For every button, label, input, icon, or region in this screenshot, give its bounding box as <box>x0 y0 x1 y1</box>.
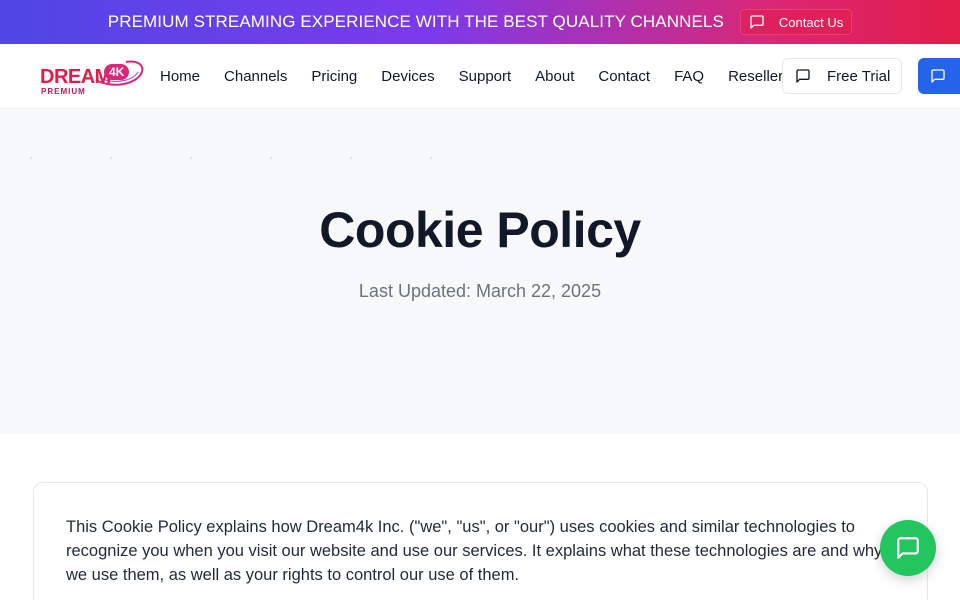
nav-link-devices[interactable]: Devices <box>381 68 434 85</box>
promo-bar: PREMIUM STREAMING EXPERIENCE WITH THE BE… <box>0 0 960 44</box>
policy-content-card: This Cookie Policy explains how Dream4k … <box>33 482 928 600</box>
brand-logo[interactable]: DREAM 4K PREMIUM <box>40 58 144 96</box>
message-square-icon <box>931 69 945 83</box>
nav-link-home[interactable]: Home <box>160 68 200 85</box>
contact-us-label: Contact Us <box>778 14 844 30</box>
nav-link-channels[interactable]: Channels <box>224 68 287 85</box>
nav-link-faq[interactable]: FAQ <box>674 68 704 85</box>
promo-text: PREMIUM STREAMING EXPERIENCE WITH THE BE… <box>107 12 724 31</box>
chat-cta-button[interactable] <box>918 58 960 94</box>
policy-intro-paragraph: This Cookie Policy explains how Dream4k … <box>66 518 883 584</box>
message-square-icon <box>750 15 764 29</box>
message-square-icon <box>796 69 810 83</box>
page-title: Cookie Policy <box>319 202 641 258</box>
nav-link-pricing[interactable]: Pricing <box>311 68 357 85</box>
brand-word: DREAM <box>40 66 111 88</box>
hero-section: Cookie Policy Last Updated: March 22, 20… <box>0 109 960 434</box>
chat-widget-button[interactable] <box>880 520 936 576</box>
nav-link-support[interactable]: Support <box>459 68 512 85</box>
hero-decoration <box>30 157 450 161</box>
brand-badge: 4K <box>104 64 130 80</box>
brand-subtitle: PREMIUM <box>41 87 86 96</box>
nav-links: Home Channels Pricing Devices Support Ab… <box>160 44 807 108</box>
free-trial-button[interactable]: Free Trial <box>782 58 902 94</box>
contact-us-button[interactable]: Contact Us <box>739 9 853 35</box>
nav-link-reseller[interactable]: Reseller <box>728 68 783 85</box>
main-navbar: DREAM 4K PREMIUM Home Channels Pricing D… <box>0 44 960 109</box>
message-square-icon <box>897 537 919 559</box>
free-trial-label: Free Trial <box>827 67 891 85</box>
nav-link-about[interactable]: About <box>535 68 574 85</box>
last-updated-text: Last Updated: March 22, 2025 <box>358 281 602 301</box>
nav-link-contact[interactable]: Contact <box>598 68 650 85</box>
